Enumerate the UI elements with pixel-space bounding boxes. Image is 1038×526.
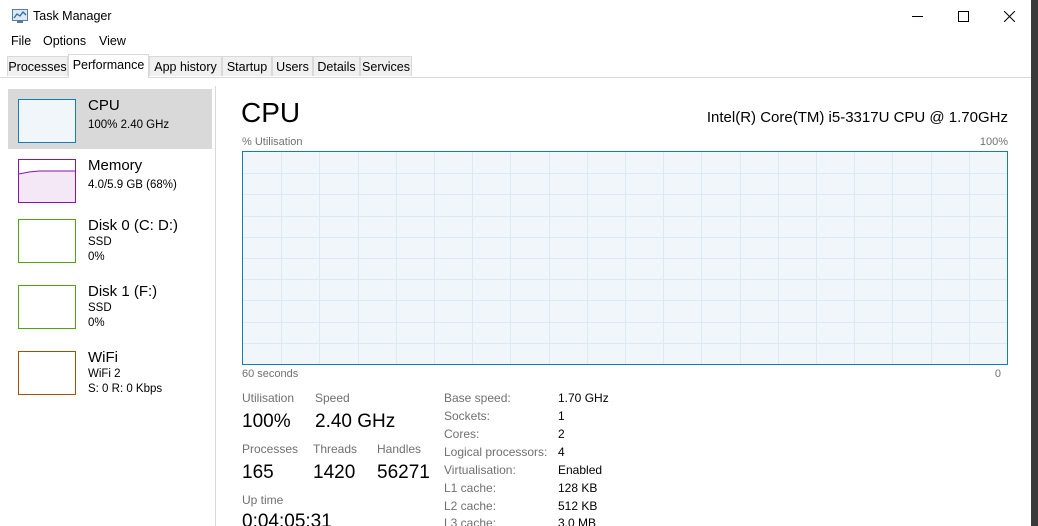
minimize-icon [911, 15, 923, 17]
maximize-button[interactable] [940, 0, 986, 32]
info-value: 1.70 GHz [558, 391, 609, 405]
sidebar-item-cpu[interactable]: CPU 100% 2.40 GHz [8, 89, 212, 149]
title-bar[interactable]: Task Manager [0, 0, 1031, 32]
processes-value: 165 [242, 462, 274, 483]
info-label: L1 cache: [444, 481, 497, 495]
speed-value: 2.40 GHz [315, 411, 396, 432]
cpu-model-name: Intel(R) Core(TM) i5-3317U CPU @ 1.70GHz [706, 109, 1008, 126]
info-label: Sockets: [444, 409, 491, 423]
sidebar-item-title: CPU [88, 97, 120, 114]
sidebar-item-detail: WiFi 2 [88, 368, 121, 380]
info-value: 3.0 MB [558, 516, 597, 526]
tab-details[interactable]: Details [313, 56, 360, 76]
info-value: Enabled [558, 463, 603, 477]
info-value: 2 [558, 427, 565, 441]
cpu-utilisation-graph [242, 151, 1008, 365]
maximize-icon [957, 10, 969, 22]
threads-value: 1420 [313, 462, 356, 483]
tab-strip: Processes Performance App history Startu… [0, 54, 1031, 78]
tab-processes[interactable]: Processes [7, 56, 68, 76]
sidebar-item-value: S: 0 R: 0 Kbps [88, 383, 163, 395]
tab-services[interactable]: Services [360, 56, 412, 76]
menu-view[interactable]: View [99, 34, 126, 48]
info-value: 128 KB [558, 481, 598, 495]
tab-app-history[interactable]: App history [149, 56, 222, 76]
uptime-label: Up time [242, 493, 284, 507]
sidebar-item-detail: SSD [88, 302, 112, 314]
sidebar-item-value: 0% [88, 251, 105, 263]
sidebar-item-title: WiFi [88, 349, 118, 366]
handles-label: Handles [377, 442, 422, 456]
info-label: Base speed: [444, 391, 511, 405]
info-label: Logical processors: [444, 445, 548, 459]
minimize-button[interactable] [894, 0, 940, 32]
wifi-thumbnail-graph [18, 351, 76, 395]
tab-startup[interactable]: Startup [222, 56, 272, 76]
sidebar-item-disk-0[interactable]: Disk 0 (C: D:) SSD 0% [8, 209, 212, 269]
menu-options[interactable]: Options [43, 34, 86, 48]
handles-value: 56271 [377, 462, 430, 483]
sidebar-item-detail: SSD [88, 236, 112, 248]
page-title: CPU [241, 97, 301, 128]
memory-thumbnail-graph [18, 159, 76, 203]
graph-x-min: 0 [994, 368, 1001, 380]
info-label: Virtualisation: [444, 463, 516, 477]
graph-grid [243, 152, 1007, 364]
disk-thumbnail-graph [18, 285, 76, 329]
info-value: 512 KB [558, 499, 598, 513]
task-manager-window: Task Manager File Options View Processes… [0, 0, 1031, 526]
graph-x-label: 60 seconds [242, 368, 299, 380]
sidebar-item-value: 0% [88, 317, 105, 329]
info-label: L2 cache: [444, 499, 497, 513]
sidebar-item-disk-1[interactable]: Disk 1 (F:) SSD 0% [8, 275, 212, 335]
sidebar-item-detail: 4.0/5.9 GB (68%) [88, 179, 177, 191]
sidebar-item-title: Disk 1 (F:) [88, 283, 158, 300]
info-label: Cores: [444, 427, 480, 441]
sidebar-item-title: Disk 0 (C: D:) [88, 217, 178, 234]
tab-users[interactable]: Users [272, 56, 313, 76]
processes-label: Processes [242, 442, 299, 456]
sidebar-item-title: Memory [88, 157, 143, 174]
info-value: 4 [558, 445, 565, 459]
info-value: 1 [558, 409, 565, 423]
sidebar-item-detail: 100% 2.40 GHz [88, 119, 170, 131]
info-label: L3 cache: [444, 516, 497, 526]
utilisation-label: Utilisation [242, 391, 295, 405]
tab-performance[interactable]: Performance [68, 54, 149, 78]
sidebar-item-memory[interactable]: Memory 4.0/5.9 GB (68%) [8, 149, 212, 209]
disk-thumbnail-graph [18, 219, 76, 263]
graph-y-label: % Utilisation [242, 136, 303, 148]
utilisation-value: 100% [242, 411, 291, 432]
threads-label: Threads [313, 442, 358, 456]
close-button[interactable] [986, 0, 1031, 32]
cpu-thumbnail-graph [18, 99, 76, 143]
close-icon [1003, 10, 1015, 22]
graph-y-max: 100% [979, 136, 1008, 148]
menu-bar: File Options View [0, 32, 1031, 52]
speed-label: Speed [315, 391, 350, 405]
window-title: Task Manager [33, 9, 112, 23]
task-manager-icon [12, 9, 28, 23]
uptime-value: 0:04:05:31 [242, 511, 332, 526]
desktop-edge [1031, 0, 1038, 526]
menu-file[interactable]: File [11, 34, 31, 48]
resource-sidebar: CPU 100% 2.40 GHz Memory 4.0/5.9 GB (68%… [0, 86, 216, 526]
sidebar-item-wifi[interactable]: WiFi WiFi 2 S: 0 R: 0 Kbps [8, 341, 212, 401]
